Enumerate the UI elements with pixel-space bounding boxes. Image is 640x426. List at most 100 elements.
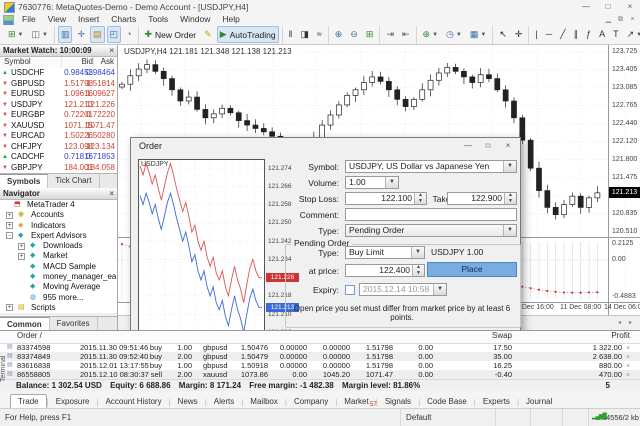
at-price-input[interactable]: 122.400 ▲▼ <box>345 264 425 277</box>
tree-item-downloads[interactable]: +◆Downloads <box>0 241 117 251</box>
market-watch-row-usdchf[interactable]: ▲USDCHF0.984530.98464 <box>0 68 117 79</box>
chevron-down-icon[interactable]: ▼ <box>18 32 24 38</box>
zoom-out-button[interactable]: ⊖ <box>347 26 361 43</box>
column-swap[interactable]: Swap <box>492 331 512 340</box>
market-watch-row-gbpusd[interactable]: ▼GBPUSD1.517981.51814 <box>0 79 117 90</box>
terminal-tab-journal[interactable]: Journal <box>519 395 559 409</box>
tree-item-moving-average[interactable]: ◆Moving Average <box>0 282 117 292</box>
channel-button[interactable]: ∥ <box>571 26 582 43</box>
text-label-button[interactable]: T <box>610 26 622 43</box>
scroll-left-icon[interactable]: ◂ <box>615 319 624 328</box>
market-watch-row-usdjpy[interactable]: ▼USDJPY121.213121.226 <box>0 100 117 111</box>
line-chart-button[interactable]: ≈ <box>314 26 325 43</box>
fibonacci-button[interactable]: ƒ <box>583 26 594 43</box>
tree-item-scripts[interactable]: +▤Scripts <box>0 303 117 313</box>
terminal-tab-alerts[interactable]: Alerts <box>207 395 241 409</box>
tile-windows-button[interactable]: ⊞ <box>363 26 377 43</box>
zoom-in-button[interactable]: ⊕ <box>332 26 346 43</box>
indicators-button[interactable]: ⊕▼ <box>420 26 442 43</box>
maximize-button[interactable]: □ <box>598 0 618 13</box>
menu-help[interactable]: Help <box>216 14 245 25</box>
menu-insert[interactable]: Insert <box>72 14 105 25</box>
chevron-down-icon[interactable]: ▼ <box>480 32 486 38</box>
terminal-side-label[interactable]: Terminal <box>0 332 9 406</box>
spinner-icons[interactable]: ▲▼ <box>412 265 424 276</box>
chevron-down-icon[interactable]: ▼ <box>456 32 462 38</box>
navigator-toggle[interactable]: ▤ <box>90 26 105 43</box>
terminal-tab-news[interactable]: News <box>171 395 205 409</box>
market-watch-row-gbpjpy[interactable]: ▼GBPJPY184.001184.058 <box>0 163 117 174</box>
order-row-83616838[interactable]: ▤836168382015.12.01 13:17:55buy1.00gbpus… <box>0 361 640 370</box>
terminal-tab-trade[interactable]: Trade <box>10 394 47 409</box>
market-watch-row-eurcad[interactable]: ▼EURCAD1.502261.50280 <box>0 131 117 142</box>
order-row-83374849[interactable]: ▤833748492015.11.30 09:52:40buy2.00gbpus… <box>0 352 640 361</box>
chevron-down-icon[interactable]: ▼ <box>503 161 516 172</box>
child-restore-button[interactable]: ⧉ <box>615 15 626 24</box>
terminal-tab-signals[interactable]: Signals <box>378 395 418 409</box>
minimize-button[interactable]: — <box>576 0 596 13</box>
tab-tick-chart[interactable]: Tick Chart <box>48 174 99 188</box>
market-watch-row-eurgbp[interactable]: ▼EURGBP0.722010.72220 <box>0 110 117 121</box>
terminal-tab-experts[interactable]: Experts <box>476 395 517 409</box>
child-close-button[interactable]: × <box>627 15 638 24</box>
order-row-83374598[interactable]: ▤833745982015.11.30 09:51:46buy1.00gbpus… <box>0 343 640 352</box>
autotrading-button[interactable]: ▶AutoTrading <box>217 26 279 43</box>
menu-file[interactable]: File <box>16 14 42 25</box>
column-symbol[interactable]: Symbol <box>4 57 31 66</box>
place-button[interactable]: Place <box>427 262 517 277</box>
dialog-close-button[interactable]: × <box>498 139 518 153</box>
expand-icon[interactable]: + <box>18 243 25 250</box>
child-minimize-button[interactable]: ▁ <box>603 15 614 24</box>
close-order-icon[interactable]: × <box>626 370 630 379</box>
tree-item-955-more-[interactable]: ◍955 more... <box>0 293 117 303</box>
chart-shift-button[interactable]: ⇤ <box>399 26 413 43</box>
menu-window[interactable]: Window <box>174 14 216 25</box>
tree-item-market[interactable]: +◆Market <box>0 251 117 261</box>
expand-icon[interactable]: + <box>6 304 13 311</box>
order-dialog-titlebar[interactable]: Order — ⧉ × <box>131 138 520 156</box>
column-ask[interactable]: Ask <box>101 57 114 66</box>
order-type-select[interactable]: Pending Order ▼ <box>345 224 517 237</box>
terminal-tab-account-history[interactable]: Account History <box>99 395 169 409</box>
scroll-right-icon[interactable]: ▸ <box>626 319 635 328</box>
tree-item-macd-sample[interactable]: ◆MACD Sample <box>0 262 117 272</box>
order-row-86558805[interactable]: ▤865588052015.12.10 08:30:37sell2.00xauu… <box>0 370 640 379</box>
market-watch-row-cadchf[interactable]: ▲CADCHF0.718160.71853 <box>0 152 117 163</box>
market-watch-toggle[interactable]: ▥ <box>58 26 73 43</box>
cursor-button[interactable]: ↖ <box>496 26 510 43</box>
chevron-down-icon[interactable]: ▼ <box>42 32 48 38</box>
profiles-button[interactable]: ◫▼ <box>29 26 51 43</box>
expand-icon[interactable]: + <box>6 222 13 229</box>
menu-tools[interactable]: Tools <box>142 14 174 25</box>
tab-symbols[interactable]: Symbols <box>0 174 48 188</box>
metaeditor-button[interactable]: ✎ <box>201 26 215 43</box>
tree-item-indicators[interactable]: +◈Indicators <box>0 221 117 231</box>
chevron-down-icon[interactable]: ▼ <box>411 247 424 258</box>
terminal-toggle[interactable]: ◰ <box>107 26 122 43</box>
tab-common[interactable]: Common <box>0 317 50 331</box>
tree-item-expert-advisors[interactable]: -◆Expert Advisors <box>0 231 117 241</box>
collapse-icon[interactable]: - <box>6 232 13 239</box>
text-button[interactable]: A <box>596 26 608 43</box>
market-watch-row-chfjpy[interactable]: ▼CHFJPY123.098123.134 <box>0 142 117 153</box>
market-watch-row-xauusd[interactable]: ▼XAUUSD1071.151071.47 <box>0 121 117 132</box>
column-bid[interactable]: Bid <box>81 57 93 66</box>
new-chart-button[interactable]: ⊞▼ <box>5 26 27 43</box>
vertical-line-button[interactable]: | <box>532 26 540 43</box>
new-order-button[interactable]: ✚New Order <box>142 26 200 43</box>
chevron-down-icon[interactable]: ▼ <box>503 225 516 236</box>
crosshair-button[interactable]: ✛ <box>512 26 526 43</box>
close-order-icon[interactable]: × <box>626 361 630 370</box>
market-watch-close-icon[interactable]: × <box>109 45 114 57</box>
volume-select[interactable]: 1.00 ▼ <box>345 176 399 189</box>
chevron-down-icon[interactable]: ▼ <box>636 32 640 38</box>
dialog-minimize-button[interactable]: — <box>458 139 478 153</box>
templates-button[interactable]: ▦▼ <box>467 26 489 43</box>
strategy-tester-toggle[interactable]: ◔ <box>123 26 134 43</box>
bar-chart-button[interactable]: ‖ <box>286 26 296 43</box>
terminal-tab-market[interactable]: Market57 <box>337 395 375 409</box>
terminal-tab-code-base[interactable]: Code Base <box>420 395 474 409</box>
menu-view[interactable]: View <box>42 14 72 25</box>
tree-item-money-manager-ea[interactable]: ◆money_manager_ea <box>0 272 117 282</box>
symbol-select[interactable]: USDJPY, US Dollar vs Japanese Yen ▼ <box>345 160 517 173</box>
